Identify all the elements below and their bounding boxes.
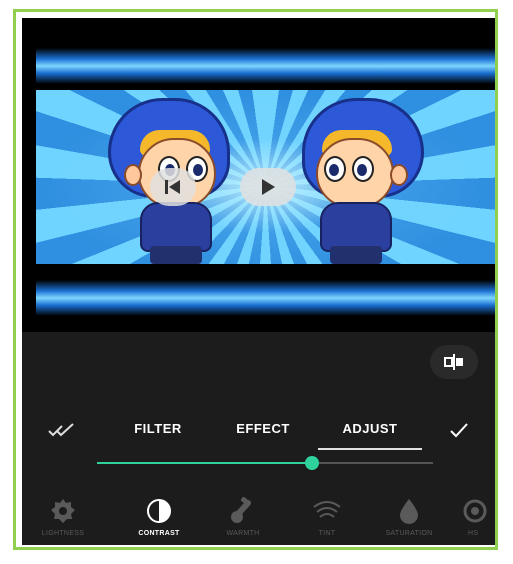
tool-label: WARMTH xyxy=(226,530,260,537)
video-editor-app: FILTER EFFECT ADJUST LIGHTNESS CONTRAST … xyxy=(22,18,495,545)
tool-label: HS xyxy=(468,530,479,537)
play-icon xyxy=(262,179,275,195)
tool-lightness[interactable]: LIGHTNESS xyxy=(28,496,98,537)
slider-fill xyxy=(97,462,313,464)
tool-contrast[interactable]: CONTRAST xyxy=(124,496,194,537)
compare-button[interactable] xyxy=(430,345,478,379)
confirm-button[interactable] xyxy=(442,406,476,452)
slider-handle[interactable] xyxy=(305,456,320,470)
tool-label: CONTRAST xyxy=(138,530,180,537)
play-button[interactable] xyxy=(240,168,296,206)
double-check-button[interactable] xyxy=(42,406,82,452)
tool-saturation[interactable]: SATURATION xyxy=(374,496,444,537)
skip-previous-icon xyxy=(165,180,180,194)
double-check-icon xyxy=(48,422,74,436)
tool-label: SATURATION xyxy=(385,530,433,537)
tool-label: TINT xyxy=(318,530,336,537)
cartoon-character-right xyxy=(288,98,438,264)
tab-adjust[interactable]: ADJUST xyxy=(318,406,422,452)
tool-hsl[interactable]: HS xyxy=(462,496,495,537)
tool-label: LIGHTNESS xyxy=(41,530,85,537)
compare-icon xyxy=(444,354,463,370)
gear-icon xyxy=(51,499,75,523)
previous-button[interactable] xyxy=(150,168,196,206)
tool-warmth[interactable]: WARMTH xyxy=(208,496,278,537)
video-glow-band-bottom xyxy=(36,280,495,316)
check-icon xyxy=(450,422,468,438)
contrast-slider[interactable] xyxy=(97,456,433,470)
tab-effect[interactable]: EFFECT xyxy=(218,406,308,452)
hsl-icon xyxy=(463,499,487,523)
contrast-icon xyxy=(147,499,171,523)
video-glow-band-top xyxy=(36,48,495,84)
wifi-waves-icon xyxy=(313,501,341,518)
tab-filter[interactable]: FILTER xyxy=(118,406,198,452)
droplet-icon xyxy=(400,499,418,524)
tool-tint[interactable]: TINT xyxy=(292,496,362,537)
thermometer-icon xyxy=(231,497,251,523)
tab-bar: FILTER EFFECT ADJUST xyxy=(22,406,495,456)
